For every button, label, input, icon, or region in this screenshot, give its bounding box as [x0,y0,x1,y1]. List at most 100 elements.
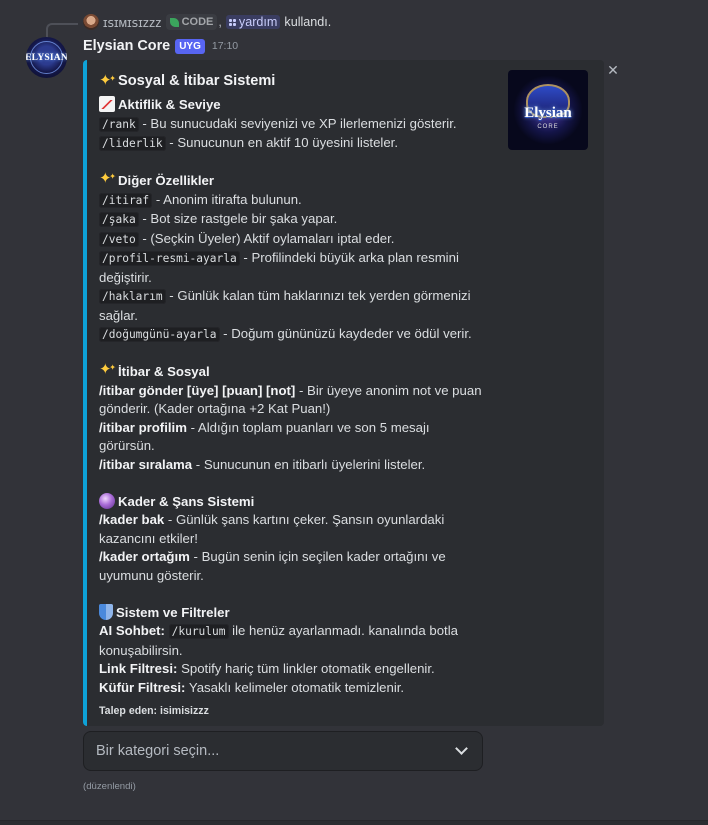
inline-code: /şaka [99,212,139,227]
command-line: /şaka - Bot size rastgele bir şaka yapar… [99,210,495,230]
command-line: /kader ortağım - Bugün senin için seçile… [99,548,495,567]
command-description: - Sunucunun en aktif 10 üyesini listeler… [165,135,399,150]
sparkles-icon [99,168,116,189]
command-description: - Günlük şans kartını çeker. Şansın oyun… [164,512,445,527]
command-description: - Doğum gününüzü kaydeder ve ödül verir. [219,326,472,341]
reply-username[interactable]: ɪꜱɪᴍɪꜱɪᴢᴢᴢ [103,15,162,30]
setting-line: Küfür Filtresi: Yasaklı kelimeler otomat… [99,679,495,698]
crystal-ball-icon [99,492,115,509]
command-description: - Günlük kalan tüm haklarınızı tek yerde… [165,288,471,303]
message-header: Elysian Core UYG 17:10 [83,38,238,54]
setting-description: Spotify hariç tüm linkler otomatik engel… [177,661,435,676]
inline-code: /profil-resmi-ayarla [99,251,240,266]
embed-card: Elysian CORE Sosyal & İtibar Sistemi Akt… [83,60,604,726]
command-line-cont: kazancını etkiler! [99,530,198,546]
thumbnail-subtext: CORE [537,124,559,130]
reply-content[interactable]: ɪꜱɪᴍɪꜱɪᴢᴢᴢ CODE , yardım kullandı. [83,14,331,30]
command-line: /liderlik - Sunucunun en aktif 10 üyesin… [99,134,495,154]
embed-thumbnail[interactable]: Elysian CORE [508,70,588,150]
shield-icon [99,603,113,620]
command-line: /profil-resmi-ayarla - Profilindeki büyü… [99,249,495,269]
setting-description: Yasaklı kelimeler otomatik temizlenir. [185,679,405,695]
user-avatar-icon[interactable] [83,14,99,30]
setting-name: Link Filtresi: [99,661,178,676]
setting-line-cont: konuşabilirsin. [99,642,183,658]
command-name: /itibar profilim [99,419,187,435]
command-line-cont: değiştirir. [99,269,152,285]
message-timestamp[interactable]: 17:10 [212,40,238,52]
setting-line: AI Sohbet: /kurulum ile henüz ayarlanmad… [99,622,495,642]
command-line: /itibar profilim - Aldığın toplam puanla… [99,419,495,438]
section-title: Diğer Özellikler [99,168,495,191]
bottom-divider [0,820,708,825]
slash-command-icon [228,18,236,26]
command-description: - Profilindeki büyük arka plan resmini [239,250,459,265]
inline-code: /itiraf [99,192,153,208]
close-icon[interactable]: ✕ [605,62,621,78]
inline-code: /doğumgünü-ayarla [99,327,220,342]
setting-description: ile henüz ayarlanmadı. kanalında botla [228,623,458,638]
command-description: - Bu sunucudaki seviyenizi ve XP ilerlem… [138,115,457,131]
leaf-icon [169,17,179,27]
app-tag-label: CODE [181,16,214,28]
command-name: /itibar sıralama [99,456,193,472]
command-line: /rank - Bu sunucudaki seviyenizi ve XP i… [99,115,495,135]
embed-body: Sosyal & İtibar Sistemi Aktiflik & Seviy… [99,68,495,719]
bot-avatar[interactable]: ELYSIAN [26,37,67,78]
embed-title: Sosyal & İtibar Sistemi [99,68,495,92]
chart-increasing-icon [99,96,115,112]
app-badge: UYG [175,38,205,54]
bot-name[interactable]: Elysian Core [83,38,170,54]
setting-name: Küfür Filtresi: [99,679,186,695]
setting-name: AI Sohbet: [99,623,165,638]
category-select[interactable]: Bir kategori seçin... [83,731,483,771]
command-line-cont: sağlar. [99,307,138,323]
section-title-text: Kader & Şans Sistemi [118,493,255,509]
section-title: Sistem ve Filtreler [99,603,495,623]
section-title-text: Sistem ve Filtreler [116,604,230,620]
command-line: /itibar gönder [üye] [puan] [not] - Bir … [99,382,495,401]
embed-footer: Talep eden: isimisizzz [99,705,209,717]
section-title-text: İtibar & Sosyal [118,364,210,379]
inline-code: /veto [99,231,139,247]
app-tag: CODE [165,14,218,30]
command-description: - Bot size rastgele bir şaka yapar. [138,211,338,226]
section-title-text: Aktiflik & Seviye [118,97,221,112]
command-name: /kader ortağım [99,549,190,564]
command-description: - (Seçkin Üyeler) Aktif oylamaları iptal… [138,230,395,246]
chevron-down-icon [455,742,468,755]
command-mention-label: yardım [238,15,278,29]
command-line: /itiraf - Anonim itirafta bulunun. [99,191,495,211]
command-name: /itibar gönder [üye] [puan] [not] [99,382,296,398]
inline-code: /liderlik [99,136,166,151]
setting-line: Link Filtresi: Spotify hariç tüm linkler… [99,660,495,679]
section-title: İtibar & Sosyal [99,359,495,382]
avatar-logo-text: ELYSIAN [26,52,67,63]
reply-separator: , [218,15,222,29]
sparkles-icon [99,68,116,92]
command-mention[interactable]: yardım [225,15,281,29]
command-line: /doğumgünü-ayarla - Doğum gününüzü kayde… [99,325,495,345]
command-description: - Anonim itirafta bulunun. [152,191,302,207]
inline-code: /haklarım [99,289,166,304]
command-line-cont: görürsün. [99,438,155,453]
sparkles-icon [99,359,116,380]
command-line: /kader bak - Günlük şans kartını çeker. … [99,511,495,530]
command-line: /veto - (Seçkin Üyeler) Aktif oylamaları… [99,230,495,250]
command-line-cont: uyumunu gösterir. [99,567,204,583]
embed-title-text: Sosyal & İtibar Sistemi [118,73,276,89]
command-description: - Bugün senin için seçilen kader ortağın… [189,549,446,564]
command-line: /haklarım - Günlük kalan tüm haklarınızı… [99,287,495,307]
edited-indicator: (düzenlendi) [83,781,136,792]
inline-code: /rank [99,116,139,132]
command-description: - Bir üyeye anonim not ve puan [295,382,482,398]
reply-action: kullandı. [284,15,332,29]
command-line-cont: gönderir. (Kader ortağına +2 Kat Puan!) [99,401,331,416]
select-placeholder: Bir kategori seçin... [96,743,220,759]
section-title-text: Diğer Özellikler [118,173,215,188]
section-title: Aktiflik & Seviye [99,96,495,115]
command-line: /itibar sıralama - Sunucunun en itibarlı… [99,456,495,475]
section-title: Kader & Şans Sistemi [99,492,495,512]
command-description: - Aldığın toplam puanları ve son 5 mesaj… [186,419,430,435]
command-description: - Sunucunun en itibarlı üyelerini listel… [192,456,426,472]
